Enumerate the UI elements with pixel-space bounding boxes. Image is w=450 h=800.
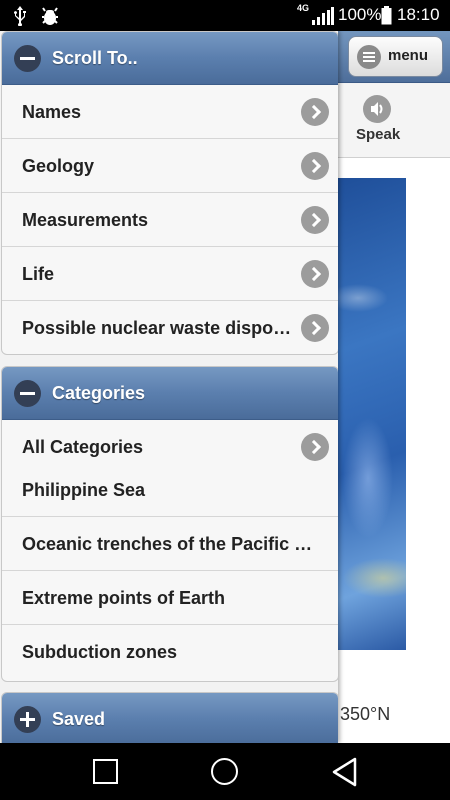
scroll-item-names[interactable]: Names <box>2 85 338 139</box>
article-map-image <box>338 178 406 650</box>
saved-title: Saved <box>52 709 106 729</box>
chevron-right-icon <box>301 433 329 461</box>
menu-button-label: menu <box>388 47 429 64</box>
all-categories-label: All Categories <box>22 437 144 457</box>
navigation-drawer: Scroll To.. Names Geology Measurements L… <box>0 31 338 743</box>
minus-circle-icon <box>14 380 41 407</box>
category-item-subduction-zones[interactable]: Subduction zones <box>2 625 338 679</box>
chevron-right-icon <box>301 152 329 180</box>
chevron-right-icon <box>301 260 329 288</box>
scroll-to-title: Scroll To.. <box>52 48 138 68</box>
categories-title: Categories <box>52 383 146 403</box>
back-icon[interactable] <box>331 757 359 787</box>
scroll-item-label: Geology <box>22 156 95 176</box>
minus-circle-icon <box>14 45 41 72</box>
scroll-to-header[interactable]: Scroll To.. <box>2 32 338 85</box>
all-categories-item[interactable]: All Categories Philippine Sea <box>2 420 338 517</box>
scroll-item-nuclear-waste[interactable]: Possible nuclear waste disposal site <box>2 301 338 354</box>
clock: 18:10 <box>397 5 440 24</box>
current-category: Philippine Sea <box>22 480 146 500</box>
scroll-item-measurements[interactable]: Measurements <box>2 193 338 247</box>
chevron-right-icon <box>301 98 329 126</box>
scroll-to-panel: Scroll To.. Names Geology Measurements L… <box>1 31 338 355</box>
menu-button[interactable]: menu <box>348 36 443 77</box>
scroll-item-life[interactable]: Life <box>2 247 338 301</box>
home-icon[interactable] <box>211 758 238 785</box>
recent-apps-icon[interactable] <box>93 759 118 784</box>
signal-icon <box>312 7 334 25</box>
speak-button-label[interactable]: Speak <box>356 126 400 143</box>
category-item-label: Oceanic trenches of the Pacific Ocean <box>22 534 322 554</box>
category-item-extreme-points[interactable]: Extreme points of Earth <box>2 571 338 625</box>
scroll-item-label: Life <box>22 264 55 284</box>
plus-circle-icon <box>14 706 41 733</box>
chevron-right-icon <box>301 206 329 234</box>
categories-header[interactable]: Categories <box>2 367 338 420</box>
category-item-oceanic-trenches[interactable]: Oceanic trenches of the Pacific Ocean <box>2 517 338 571</box>
category-item-label: Subduction zones <box>22 642 177 662</box>
battery-percent: 100% <box>338 5 382 24</box>
bug-icon <box>42 7 58 25</box>
scroll-item-geology[interactable]: Geology <box>2 139 338 193</box>
hamburger-icon <box>357 45 381 69</box>
status-bar: 4G 100% 18:10 <box>0 0 450 31</box>
saved-header[interactable]: Saved <box>2 693 338 743</box>
categories-panel: Categories All Categories Philippine Sea… <box>1 366 338 682</box>
saved-panel: Saved <box>1 692 338 743</box>
usb-icon <box>14 6 26 26</box>
article-toolbar <box>338 84 450 158</box>
network-type: 4G <box>297 3 310 13</box>
scroll-item-label: Names <box>22 102 82 122</box>
speaker-icon[interactable] <box>363 95 391 123</box>
system-nav-bar <box>0 743 450 800</box>
coordinate-text: 350°N <box>340 704 391 724</box>
scroll-item-label: Measurements <box>22 210 149 230</box>
chevron-right-icon <box>301 314 329 342</box>
category-item-label: Extreme points of Earth <box>22 588 226 608</box>
scroll-item-label: Possible nuclear waste disposal site <box>22 318 292 338</box>
battery-icon <box>381 6 392 25</box>
